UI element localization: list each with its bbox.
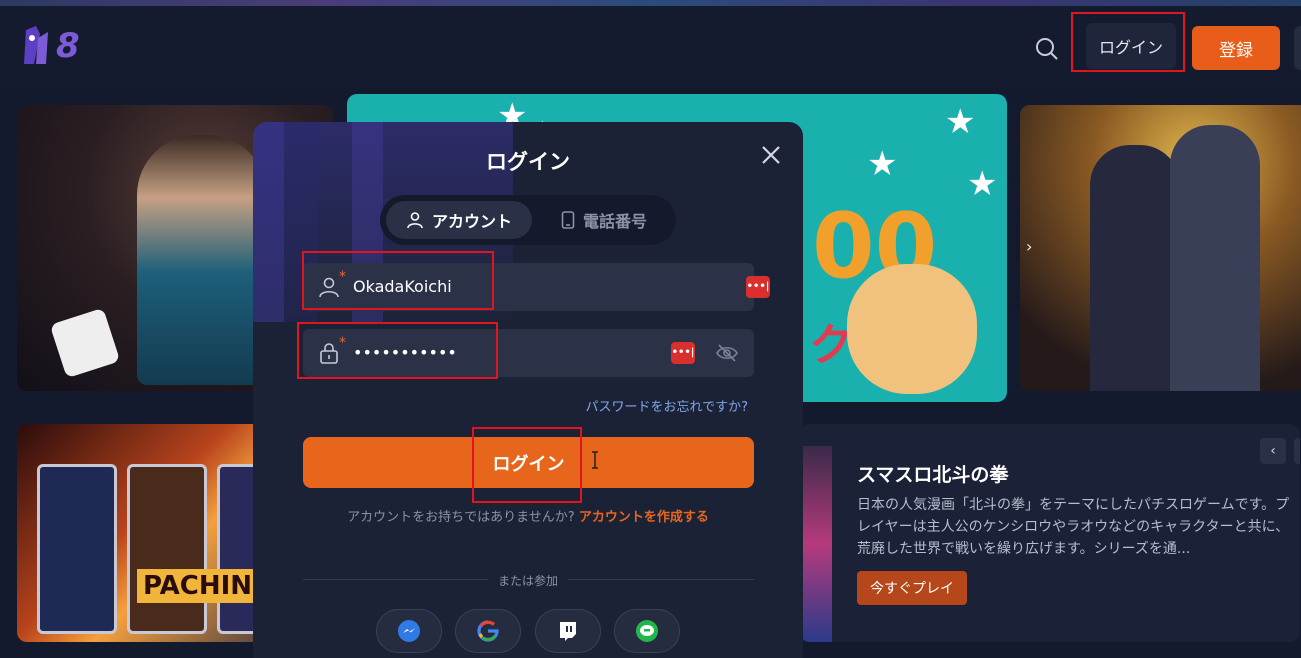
- password-manager-icon[interactable]: •••|: [746, 276, 770, 298]
- messenger-icon: [398, 620, 420, 642]
- forgot-password-link[interactable]: パスワードをお忘れですか?: [583, 396, 748, 415]
- highlight-login-button: [1071, 12, 1185, 72]
- phone-icon: [561, 211, 575, 229]
- fighter-image: [1090, 145, 1180, 391]
- chevron-left-icon[interactable]: ‹: [1260, 438, 1286, 464]
- highlight-login-submit: [472, 427, 582, 503]
- google-icon: [477, 620, 499, 642]
- google-login-button[interactable]: [455, 609, 521, 653]
- tab-account-label: アカウント: [431, 212, 512, 231]
- line-login-button[interactable]: [614, 609, 680, 653]
- shiba-mascot-image: [847, 264, 977, 394]
- password-manager-icon[interactable]: •••|: [671, 342, 695, 364]
- or-join-label: または参加: [487, 574, 568, 588]
- login-method-tabs: アカウント 電話番号: [380, 195, 676, 245]
- featured-game-title: スマスロ北斗の拳: [857, 464, 1009, 486]
- no-account-text: アカウントをお持ちではありませんか?: [347, 510, 575, 525]
- line-icon: [636, 620, 658, 642]
- casino-dealer-image: [137, 135, 267, 385]
- highlight-username-field: [302, 251, 494, 310]
- or-join-divider: または参加: [253, 572, 803, 589]
- fighter-image: [1170, 125, 1260, 391]
- play-now-button[interactable]: 今すぐプレイ: [857, 571, 967, 605]
- logo-number: 8: [56, 26, 80, 66]
- tab-account[interactable]: アカウント: [386, 201, 532, 239]
- user-icon: [407, 212, 423, 229]
- tab-phone-label: 電話番号: [582, 212, 647, 231]
- star-icon: ★: [967, 164, 998, 204]
- eye-off-icon[interactable]: [715, 342, 739, 364]
- highlight-password-field: [297, 322, 498, 379]
- dice-image: [49, 307, 121, 379]
- pachinko-machine-image: [37, 464, 117, 634]
- carousel-next-button[interactable]: [1294, 438, 1300, 464]
- messenger-login-button[interactable]: [376, 609, 442, 653]
- banner-fighters[interactable]: ›: [1020, 105, 1301, 391]
- slot-machine-image: [800, 446, 832, 642]
- featured-game-description: 日本の人気漫画「北斗の拳」をテーマにしたパチスロゲームです。プレイヤーは主人公の…: [857, 497, 1290, 557]
- star-icon: ★: [867, 144, 898, 184]
- header-extra-button[interactable]: [1294, 26, 1301, 70]
- signup-prompt: アカウントをお持ちではありませんか? アカウントを作成する: [253, 506, 803, 525]
- text-cursor-icon: [592, 451, 598, 469]
- modal-title: ログイン: [486, 150, 570, 174]
- pachinko-label: PACHIN: [137, 569, 259, 603]
- create-account-link[interactable]: アカウントを作成する: [579, 510, 709, 525]
- close-icon[interactable]: [758, 142, 784, 168]
- login-modal: ログイン アカウント 電話番号 * OkadaKoichi •••| * •••…: [253, 122, 803, 658]
- search-icon[interactable]: [1034, 36, 1060, 62]
- star-icon: ★: [945, 102, 976, 142]
- twitch-icon: [560, 622, 576, 641]
- chevron-right-icon[interactable]: ›: [1026, 237, 1032, 256]
- twitch-login-button[interactable]: [535, 609, 601, 653]
- tab-phone[interactable]: 電話番号: [538, 201, 670, 239]
- register-button[interactable]: 登録: [1192, 26, 1280, 70]
- featured-game-card: スマスロ北斗の拳 日本の人気漫画「北斗の拳」をテーマにしたパチスロゲームです。プ…: [800, 424, 1300, 642]
- pachinko-machine-image: [127, 464, 207, 634]
